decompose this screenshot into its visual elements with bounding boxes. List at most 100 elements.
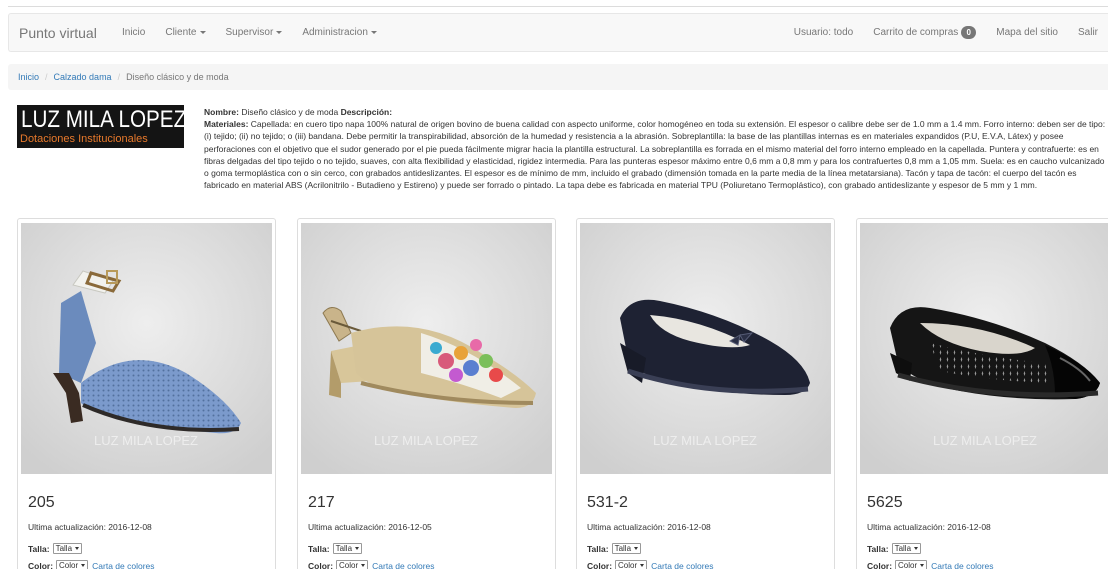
navbar-brand[interactable]: Punto virtual — [19, 25, 97, 41]
product-code[interactable]: 5625 — [867, 494, 903, 512]
breadcrumb-separator: / — [117, 72, 121, 82]
navbar-left: Inicio Cliente Supervisor Administracion — [112, 14, 387, 51]
navbar-right: Usuario: todo Carrito de compras 0 Mapa d… — [784, 14, 1108, 51]
size-select-value: Talla — [55, 544, 73, 553]
color-chart-link[interactable]: Carta de colores — [372, 561, 434, 569]
breadcrumb: Inicio / Calzado dama / Diseño clásico y… — [8, 64, 1108, 90]
chevron-down-icon — [355, 547, 360, 550]
logo-top-text: LUZ MILA LOPEZ — [21, 106, 184, 133]
shoe-image-gold-slingback: LUZ MILA LOPEZ — [301, 223, 552, 474]
nav-item-administracion[interactable]: Administracion — [292, 27, 387, 38]
nav-item-label: Supervisor — [225, 27, 274, 38]
shoe-image-black-flat: LUZ MILA LOPEZ — [860, 223, 1108, 474]
logo-bottom-text: Dotaciones Institucionales — [20, 133, 148, 145]
nav-sitemap[interactable]: Mapa del sitio — [986, 27, 1068, 38]
breadcrumb-inicio[interactable]: Inicio — [18, 72, 39, 82]
cart-label: Carrito de compras — [873, 27, 959, 38]
color-label: Color: — [28, 560, 54, 569]
size-select[interactable]: Talla — [52, 543, 83, 554]
color-select[interactable]: Color — [895, 560, 928, 569]
product-card: LUZ MILA LOPEZ 5625 Ultima actualización… — [856, 218, 1108, 569]
shoe-image-navy-wedge: LUZ MILA LOPEZ — [580, 223, 831, 474]
nav-item-label: Inicio — [122, 27, 146, 38]
nav-item-inicio[interactable]: Inicio — [112, 27, 155, 38]
chevron-down-icon — [75, 547, 80, 550]
breadcrumb-calzado-dama[interactable]: Calzado dama — [54, 72, 112, 82]
brand-logo: LUZ MILA LOPEZ Dotaciones Institucionale… — [17, 105, 184, 148]
color-select-value: Color — [898, 561, 918, 569]
watermark-text: LUZ MILA LOPEZ — [374, 433, 478, 448]
color-row: Color: Color Carta de colores — [587, 560, 714, 569]
size-row: Talla: Talla — [28, 543, 83, 554]
navbar: Punto virtual Inicio Cliente Supervisor … — [8, 13, 1108, 52]
description-label: Descripción: — [340, 107, 393, 117]
color-select-value: Color — [339, 561, 359, 569]
color-label: Color: — [867, 560, 893, 569]
nav-item-label: Cliente — [165, 27, 197, 38]
product-updated: Ultima actualización: 2016-12-08 — [587, 522, 711, 532]
nav-cart[interactable]: Carrito de compras 0 — [863, 26, 986, 39]
chevron-down-icon — [640, 564, 645, 567]
color-select-value: Color — [618, 561, 638, 569]
color-select[interactable]: Color — [56, 560, 89, 569]
color-label: Color: — [308, 560, 334, 569]
color-chart-link[interactable]: Carta de colores — [92, 561, 154, 569]
size-label: Talla: — [308, 543, 330, 554]
product-image[interactable]: LUZ MILA LOPEZ — [860, 223, 1108, 474]
materials-text: Capellada: en cuero tipo napa 100% natur… — [204, 119, 1106, 191]
size-select[interactable]: Talla — [332, 543, 363, 554]
size-select-value: Talla — [335, 544, 353, 553]
caret-down-icon — [199, 31, 206, 34]
color-chart-link[interactable]: Carta de colores — [931, 561, 993, 569]
size-label: Talla: — [587, 543, 609, 554]
color-row: Color: Color Carta de colores — [28, 560, 155, 569]
product-card: LUZ MILA LOPEZ 205 Ultima actualización:… — [17, 218, 276, 569]
product-image[interactable]: LUZ MILA LOPEZ — [21, 223, 272, 474]
top-divider — [8, 6, 1108, 7]
product-updated: Ultima actualización: 2016-12-08 — [867, 522, 991, 532]
color-label: Color: — [587, 560, 613, 569]
size-select-value: Talla — [614, 544, 632, 553]
chevron-down-icon — [914, 547, 919, 550]
product-code[interactable]: 217 — [308, 494, 335, 512]
color-select-value: Color — [59, 561, 79, 569]
product-code[interactable]: 531-2 — [587, 494, 628, 512]
product-updated: Ultima actualización: 2016-12-08 — [28, 522, 152, 532]
size-select[interactable]: Talla — [611, 543, 642, 554]
product-card: LUZ MILA LOPEZ 217 Ultima actualización:… — [297, 218, 556, 569]
color-row: Color: Color Carta de colores — [867, 560, 994, 569]
size-label: Talla: — [28, 543, 50, 554]
size-select[interactable]: Talla — [891, 543, 922, 554]
shoe-image-blue-heel: LUZ MILA LOPEZ — [21, 223, 272, 474]
size-label: Talla: — [867, 543, 889, 554]
caret-down-icon — [370, 31, 377, 34]
breadcrumb-active: Diseño clásico y de moda — [126, 72, 229, 82]
nav-logout[interactable]: Salir — [1068, 27, 1108, 38]
materials-label: Materiales: — [204, 119, 249, 130]
product-name: Diseño clásico y de moda — [241, 107, 339, 117]
product-code[interactable]: 205 — [28, 494, 55, 512]
watermark-text: LUZ MILA LOPEZ — [94, 433, 198, 448]
nav-item-label: Administracion — [302, 27, 368, 38]
watermark-text: LUZ MILA LOPEZ — [653, 433, 757, 448]
watermark-text: LUZ MILA LOPEZ — [933, 433, 1037, 448]
chevron-down-icon — [634, 547, 639, 550]
size-row: Talla: Talla — [308, 543, 363, 554]
product-image[interactable]: LUZ MILA LOPEZ — [301, 223, 552, 474]
caret-down-icon — [276, 31, 283, 34]
breadcrumb-separator: / — [45, 72, 48, 82]
nav-item-cliente[interactable]: Cliente — [155, 27, 215, 38]
color-select[interactable]: Color — [615, 560, 648, 569]
nav-item-supervisor[interactable]: Supervisor — [216, 27, 293, 38]
color-chart-link[interactable]: Carta de colores — [651, 561, 713, 569]
chevron-down-icon — [920, 564, 925, 567]
size-select-value: Talla — [894, 544, 912, 553]
product-image[interactable]: LUZ MILA LOPEZ — [580, 223, 831, 474]
color-select[interactable]: Color — [336, 560, 369, 569]
product-description: Nombre: Diseño clásico y de moda Descrip… — [204, 106, 1108, 191]
product-updated: Ultima actualización: 2016-12-05 — [308, 522, 432, 532]
product-card: LUZ MILA LOPEZ 531-2 Ultima actualizació… — [576, 218, 835, 569]
size-row: Talla: Talla — [587, 543, 642, 554]
chevron-down-icon — [361, 564, 366, 567]
nav-user[interactable]: Usuario: todo — [784, 27, 863, 38]
